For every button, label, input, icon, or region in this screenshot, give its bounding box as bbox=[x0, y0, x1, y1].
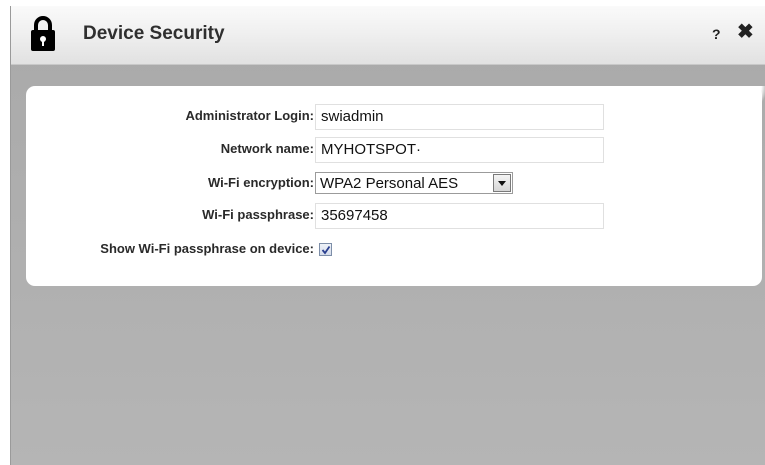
encryption-selected-value: WPA2 Personal AES bbox=[320, 175, 459, 192]
window-title: Device Security bbox=[83, 23, 225, 44]
check-icon bbox=[321, 245, 331, 255]
help-button[interactable]: ? bbox=[712, 26, 721, 42]
device-security-window: Device Security ? ✖ Administrator Login:… bbox=[10, 6, 765, 465]
network-name-input[interactable]: MYHOTSPOT· bbox=[315, 137, 604, 163]
admin-login-label: Administrator Login: bbox=[185, 108, 314, 123]
network-name-label: Network name: bbox=[220, 141, 314, 156]
settings-panel: Administrator Login: swiadmin Network na… bbox=[26, 86, 762, 286]
encryption-label: Wi-Fi encryption: bbox=[207, 175, 314, 190]
show-passphrase-label: Show Wi-Fi passphrase on device: bbox=[100, 241, 314, 256]
network-name-row: Network name: MYHOTSPOT· bbox=[26, 136, 762, 164]
admin-login-row: Administrator Login: swiadmin bbox=[26, 103, 762, 131]
close-button[interactable]: ✖ bbox=[737, 22, 754, 42]
passphrase-input[interactable]: 35697458 bbox=[315, 203, 604, 229]
panel-corner-highlight bbox=[724, 86, 765, 110]
encryption-row: Wi-Fi encryption: WPA2 Personal AES bbox=[26, 170, 762, 198]
show-passphrase-checkbox[interactable] bbox=[319, 243, 332, 256]
encryption-select[interactable]: WPA2 Personal AES bbox=[315, 172, 513, 194]
passphrase-label: Wi-Fi passphrase: bbox=[202, 207, 314, 222]
admin-login-input[interactable]: swiadmin bbox=[315, 104, 604, 130]
title-bar: Device Security ? ✖ bbox=[11, 6, 765, 65]
lock-icon bbox=[31, 16, 55, 51]
passphrase-row: Wi-Fi passphrase: 35697458 bbox=[26, 202, 762, 230]
chevron-down-icon[interactable] bbox=[493, 174, 511, 192]
show-passphrase-row: Show Wi-Fi passphrase on device: bbox=[26, 236, 762, 264]
